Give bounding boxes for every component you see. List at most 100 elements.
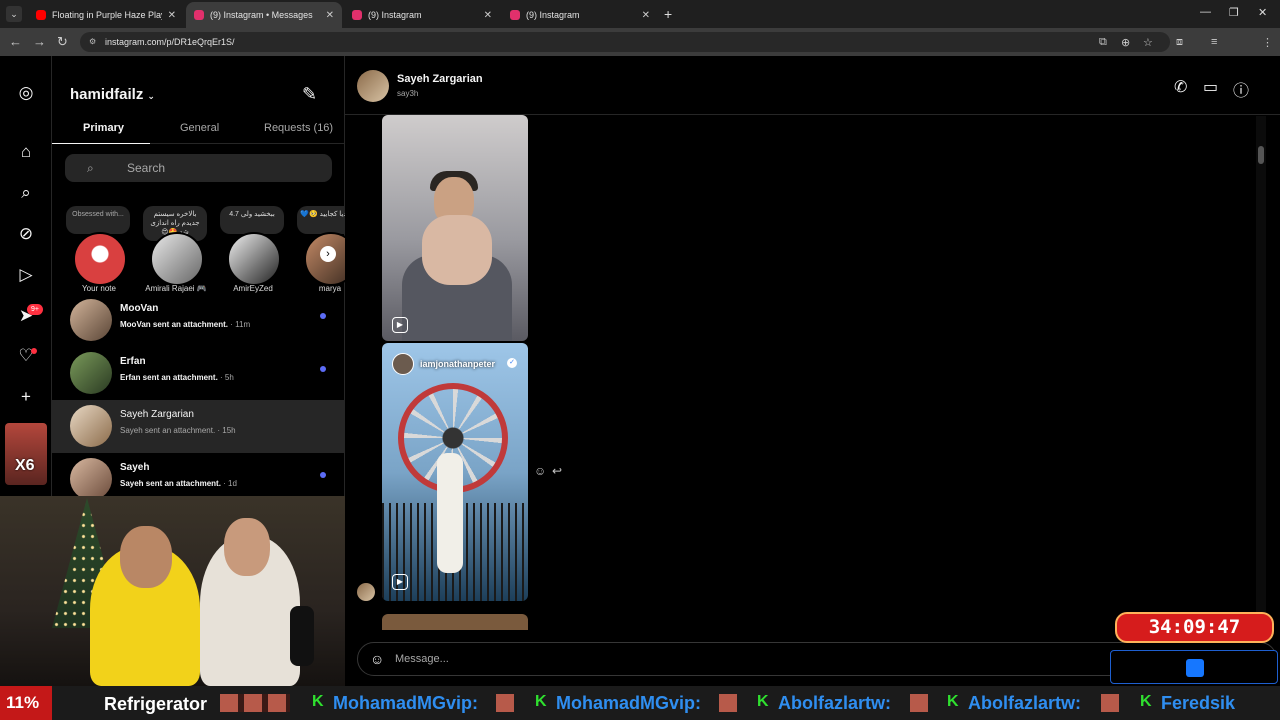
zoom-icon[interactable]: ⊕ <box>1121 36 1130 49</box>
webcam-overlay <box>0 496 345 686</box>
thread-message: Sayeh sent an attachment. <box>120 479 221 488</box>
chevron-down-icon: ⌄ <box>147 91 155 101</box>
note-item[interactable]: بالاخره سیستم جدیدم راه اندازی شد 🤩😍 Ami… <box>142 204 208 296</box>
thread-time: · 5h <box>217 373 234 382</box>
ticker-username: MohamadMGvip: <box>556 693 702 713</box>
note-name: Amirali Rajaei 🎮 <box>145 284 207 293</box>
close-tab-icon[interactable]: ✕ <box>484 10 492 21</box>
note-item[interactable]: Obsessed with... Your note <box>65 204 131 296</box>
tab-title: (9) Instagram • Messages <box>210 10 313 20</box>
tab-general[interactable]: General <box>180 122 219 134</box>
wallet-icon <box>1186 659 1204 677</box>
thread-row[interactable]: Erfan Erfan sent an attachment. · 5h <box>52 347 345 400</box>
note-item[interactable]: ببخشید ولی 4.7 AmirEyZed <box>219 204 285 296</box>
install-app-icon[interactable]: ⧉ <box>1099 36 1107 49</box>
media-controls-icon[interactable]: ≡ <box>1211 36 1217 48</box>
scrollbar[interactable] <box>1256 116 1266 644</box>
browser-tab-2[interactable]: (9) Instagram • Messages ✕ <box>186 2 342 28</box>
new-message-icon[interactable]: ✎ <box>302 84 317 105</box>
reel-thumbnail-detail <box>437 453 463 573</box>
tab-primary[interactable]: Primary <box>83 122 124 134</box>
reply-icon[interactable]: ↩ <box>552 464 562 478</box>
create-icon[interactable]: + <box>16 387 36 407</box>
notes-next-arrow-icon[interactable]: › <box>320 246 336 262</box>
chat-ticker: 11% Refrigerator K MohamadMGvip: K Moham… <box>0 686 1280 720</box>
note-name: AmirEyZed <box>233 284 273 293</box>
close-window-icon[interactable]: ✕ <box>1258 6 1267 19</box>
address-toolbar: ← → ↻ ⚙ instagram.com/p/DR1eQrqEr1S/ ⧉ ⊕… <box>0 28 1280 76</box>
shared-reel-message[interactable]: ▶ <box>382 115 528 341</box>
microphone <box>290 606 314 666</box>
site-info-icon[interactable]: ⚙ <box>89 37 99 47</box>
shared-reel-message[interactable]: iamjonathanpeter ✓ ▶ <box>382 343 528 601</box>
back-icon[interactable]: ← <box>9 34 22 49</box>
url-bar[interactable]: ⚙ instagram.com/p/DR1eQrqEr1S/ <box>80 32 1170 52</box>
browser-tab-3[interactable]: (9) Instagram ✕ <box>344 2 500 28</box>
tab-search-button[interactable]: ⌄ <box>6 6 22 22</box>
bookmark-star-icon[interactable]: ☆ <box>1143 36 1153 49</box>
close-tab-icon[interactable]: ✕ <box>642 10 650 21</box>
reel-thumbnail-detail <box>422 215 492 285</box>
contact-avatar[interactable] <box>357 70 389 102</box>
home-icon[interactable]: ⌂ <box>16 142 36 162</box>
scrollbar-thumb[interactable] <box>1258 146 1264 164</box>
kick-icon: K <box>535 693 547 710</box>
extensions-icon[interactable]: ⧈ <box>1176 36 1183 49</box>
forward-icon[interactable]: → <box>33 34 46 49</box>
explore-icon[interactable]: ⊘ <box>16 224 36 244</box>
sticker-text: X6 <box>15 457 35 474</box>
messages-badge: 9+ <box>27 304 43 315</box>
minimize-icon[interactable]: — <box>1200 6 1211 18</box>
notes-tray: Obsessed with... Your note بالاخره سیستم… <box>52 204 345 296</box>
ticker-username: Abolfazlartw: <box>778 693 892 713</box>
reel-author-name[interactable]: iamjonathanpeter <box>420 359 495 369</box>
kick-icon: K <box>1140 693 1152 710</box>
note-bubble: ببخشید ولی 4.7 <box>220 206 284 234</box>
thread-avatar <box>70 352 112 394</box>
tab-requests[interactable]: Requests (16) <box>264 122 333 134</box>
search-icon[interactable]: ⌕ <box>16 183 36 203</box>
close-tab-icon[interactable]: ✕ <box>168 10 176 21</box>
tab-title: (9) Instagram <box>368 10 422 20</box>
emote-icon <box>719 694 737 712</box>
thread-time: · 1d <box>220 479 237 488</box>
conversation-info-icon[interactable]: ⓘ <box>1233 77 1249 101</box>
reel-author-avatar[interactable] <box>392 353 414 375</box>
thread-row[interactable]: MooVan MooVan sent an attachment. · 11m <box>52 294 345 347</box>
conversation-header: Sayeh Zargarian say3h ✆ ▭ ⓘ <box>345 56 1280 115</box>
username: hamidfailz <box>70 86 144 103</box>
active-tab-indicator <box>52 143 150 144</box>
restore-icon[interactable]: ❐ <box>1229 6 1239 19</box>
note-avatar <box>150 232 204 286</box>
thread-row-selected[interactable]: Sayeh Zargarian Sayeh sent an attachment… <box>52 400 345 453</box>
reels-icon[interactable]: ▷ <box>16 265 36 285</box>
reload-icon[interactable]: ↻ <box>57 34 68 50</box>
verified-badge-icon: ✓ <box>507 358 517 368</box>
thread-preview: Erfan sent an attachment. · 5h <box>120 373 234 382</box>
video-call-icon[interactable]: ▭ <box>1203 77 1218 97</box>
unread-dot <box>320 472 326 478</box>
new-tab-icon[interactable]: + <box>664 6 672 22</box>
browser-menu-icon[interactable]: ⋮ <box>1262 36 1273 49</box>
account-switcher[interactable]: hamidfailz ⌄ <box>70 86 155 103</box>
shared-media-message[interactable] <box>382 614 528 630</box>
emoji-picker-icon[interactable]: ☺ <box>370 651 384 667</box>
phone-call-icon[interactable]: ✆ <box>1174 77 1187 97</box>
message-input-placeholder: Message... <box>395 653 449 665</box>
react-emoji-icon[interactable]: ☺ <box>534 464 546 478</box>
thread-preview: MooVan sent an attachment. · 11m <box>120 320 250 329</box>
close-tab-icon[interactable]: ✕ <box>326 10 334 21</box>
search-input[interactable]: ⌕ Search <box>65 154 332 182</box>
thread-name: MooVan <box>120 303 159 314</box>
browser-tab-4[interactable]: (9) Instagram ✕ <box>502 2 658 28</box>
instagram-logo-icon[interactable]: ◎ <box>16 83 36 103</box>
ticker-title: Refrigerator <box>104 694 208 714</box>
unread-dot <box>320 366 326 372</box>
kick-icon: K <box>312 693 324 710</box>
contact-name[interactable]: Sayeh Zargarian <box>397 73 483 85</box>
browser-tab-1[interactable]: Floating in Purple Haze Playlist ✕ <box>28 2 184 28</box>
thread-time: · 11m <box>228 320 251 329</box>
reel-icon: ▶ <box>392 317 408 333</box>
note-avatar <box>73 232 127 286</box>
search-icon: ⌕ <box>87 161 94 175</box>
